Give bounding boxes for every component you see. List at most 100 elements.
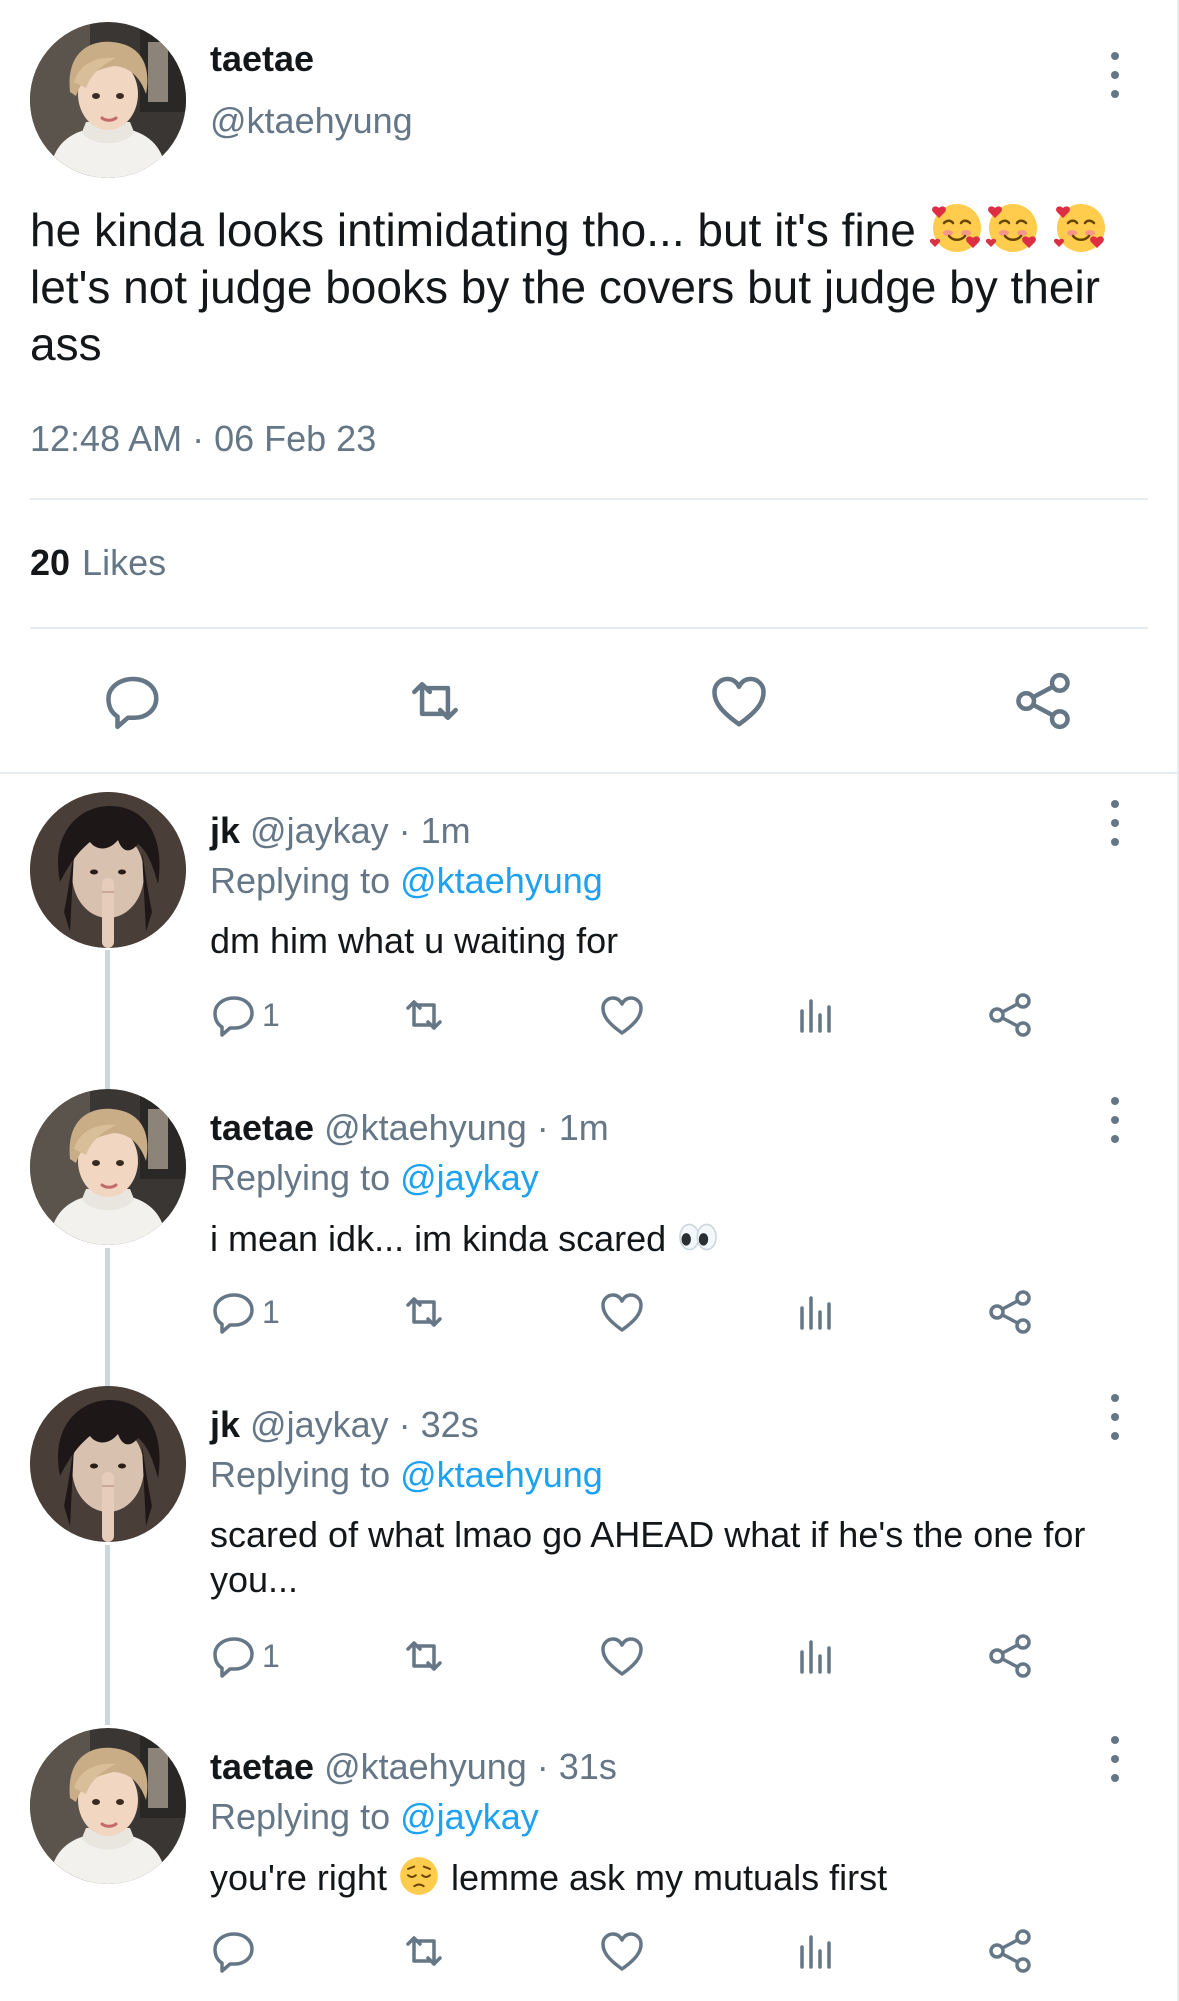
likes-label: Likes: [82, 542, 167, 583]
share-icon[interactable]: [986, 1287, 1034, 1337]
divider: [30, 498, 1148, 500]
replying-to-label: Replying to: [210, 860, 391, 901]
smiling-face-with-hearts-emoji: [1053, 200, 1109, 256]
replying-to-line: Replying to @ktaehyung: [210, 860, 603, 902]
reply-author-name[interactable]: jk: [210, 1404, 240, 1445]
share-icon[interactable]: [986, 1631, 1034, 1681]
likes-summary[interactable]: 20 Likes: [30, 542, 166, 584]
reply-text: i mean idk... im kinda scared: [210, 1215, 1110, 1261]
smiling-face-with-hearts-emoji: [985, 200, 1041, 256]
reply-time: · 31s: [536, 1746, 617, 1787]
reply-tweet[interactable]: taetae @ktaehyung · 1m Replying to @jayk…: [0, 1089, 1179, 1359]
reply-author-handle[interactable]: @jaykay: [250, 1404, 389, 1445]
like-icon[interactable]: [598, 1926, 646, 1976]
replying-to-label: Replying to: [210, 1157, 391, 1198]
divider: [30, 627, 1148, 629]
reply-header: taetae @ktaehyung · 31s: [210, 1746, 617, 1788]
more-options-icon[interactable]: [1105, 800, 1125, 846]
reply-text: dm him what u waiting for: [210, 920, 619, 961]
tweet-thread-page: taetae @ktaehyung he kinda looks intimid…: [0, 0, 1179, 2001]
reply-header: jk @jaykay · 32s: [210, 1404, 479, 1446]
reply-author-name[interactable]: jk: [210, 810, 240, 851]
reply-icon[interactable]: [210, 1926, 258, 1976]
stats-icon[interactable]: [792, 1631, 840, 1681]
replying-to-line: Replying to @jaykay: [210, 1157, 539, 1199]
reply-author-handle[interactable]: @jaykay: [250, 810, 389, 851]
reply-tweet[interactable]: jk @jaykay · 1m Replying to @ktaehyung d…: [0, 792, 1179, 1062]
reply-tweet[interactable]: jk @jaykay · 32s Replying to @ktaehyung …: [0, 1386, 1179, 1686]
replying-to-mention[interactable]: @ktaehyung: [400, 1454, 603, 1495]
main-author-name[interactable]: taetae: [210, 38, 314, 80]
reply-button[interactable]: 1: [210, 1631, 280, 1681]
reply-icon: [210, 1632, 258, 1680]
share-icon[interactable]: [1012, 670, 1074, 732]
reply-count: 1: [262, 996, 280, 1033]
reply-author-avatar[interactable]: [30, 792, 186, 948]
share-icon[interactable]: [986, 1926, 1034, 1976]
reply-text-part1: you're right: [210, 1857, 387, 1898]
replying-to-line: Replying to @ktaehyung: [210, 1454, 603, 1496]
reply-action-bar: 1: [210, 1631, 1070, 1681]
like-icon[interactable]: [598, 990, 646, 1040]
reply-button[interactable]: 1: [210, 990, 280, 1040]
reply-count: 1: [262, 1293, 280, 1330]
reply-author-name[interactable]: taetae: [210, 1746, 314, 1787]
replying-to-label: Replying to: [210, 1796, 391, 1837]
reply-author-name[interactable]: taetae: [210, 1107, 314, 1148]
main-tweet-timestamp: 12:48 AM · 06 Feb 23: [30, 418, 377, 459]
reply-action-bar: 1: [210, 1287, 1070, 1337]
main-tweet-text: he kinda looks intimidating tho... but i…: [30, 200, 1150, 373]
reply-text: you're right lemme ask my mutuals first: [210, 1854, 1110, 1900]
replying-to-label: Replying to: [210, 1454, 391, 1495]
stats-icon[interactable]: [792, 990, 840, 1040]
reply-text-part2: lemme ask my mutuals first: [451, 1857, 888, 1898]
retweet-icon[interactable]: [400, 1926, 448, 1976]
likes-count: 20: [30, 542, 71, 583]
reply-header: jk @jaykay · 1m: [210, 810, 471, 852]
smiling-face-with-hearts-emoji: [929, 200, 985, 256]
reply-header: taetae @ktaehyung · 1m: [210, 1107, 609, 1149]
more-options-icon[interactable]: [1105, 52, 1125, 98]
main-author-handle[interactable]: @ktaehyung: [210, 100, 413, 142]
main-tweet-text-part2: let's not judge books by the covers but …: [30, 261, 1100, 370]
reply-text: scared of what lmao go AHEAD what if he'…: [210, 1514, 1086, 1600]
reply-count: 1: [262, 1637, 280, 1674]
retweet-icon[interactable]: [404, 670, 466, 732]
replying-to-mention[interactable]: @jaykay: [400, 1796, 539, 1837]
more-options-icon[interactable]: [1105, 1394, 1125, 1440]
reply-author-avatar[interactable]: [30, 1728, 186, 1884]
reply-time: · 1m: [398, 810, 471, 851]
retweet-icon[interactable]: [400, 990, 448, 1040]
stats-icon[interactable]: [792, 1287, 840, 1337]
reply-action-bar: 1: [210, 990, 1070, 1040]
reply-tweet[interactable]: taetae @ktaehyung · 31s Replying to @jay…: [0, 1728, 1179, 1998]
main-author-avatar[interactable]: [30, 22, 186, 178]
more-options-icon[interactable]: [1105, 1097, 1125, 1143]
like-icon[interactable]: [708, 670, 770, 732]
section-separator: [0, 772, 1179, 774]
reply-time: · 1m: [536, 1107, 609, 1148]
retweet-icon[interactable]: [400, 1287, 448, 1337]
retweet-icon[interactable]: [400, 1631, 448, 1681]
pensive-face-emoji: [397, 1854, 441, 1898]
replying-to-line: Replying to @jaykay: [210, 1796, 539, 1838]
reply-author-handle[interactable]: @ktaehyung: [324, 1107, 527, 1148]
more-options-icon[interactable]: [1105, 1736, 1125, 1782]
reply-text-body: i mean idk... im kinda scared: [210, 1218, 667, 1259]
reply-author-avatar[interactable]: [30, 1386, 186, 1542]
like-icon[interactable]: [598, 1631, 646, 1681]
share-icon[interactable]: [986, 990, 1034, 1040]
main-tweet-text-part1: he kinda looks intimidating tho... but i…: [30, 204, 916, 256]
reply-icon: [210, 1288, 258, 1336]
replying-to-mention[interactable]: @jaykay: [400, 1157, 539, 1198]
reply-button[interactable]: 1: [210, 1287, 280, 1337]
reply-action-bar: [210, 1926, 1070, 1976]
reply-author-avatar[interactable]: [30, 1089, 186, 1245]
reply-author-handle[interactable]: @ktaehyung: [324, 1746, 527, 1787]
like-icon[interactable]: [598, 1287, 646, 1337]
reply-icon[interactable]: [102, 670, 164, 732]
eyes-emoji: [676, 1215, 720, 1259]
stats-icon[interactable]: [792, 1926, 840, 1976]
replying-to-mention[interactable]: @ktaehyung: [400, 860, 603, 901]
reply-time: · 32s: [398, 1404, 479, 1445]
